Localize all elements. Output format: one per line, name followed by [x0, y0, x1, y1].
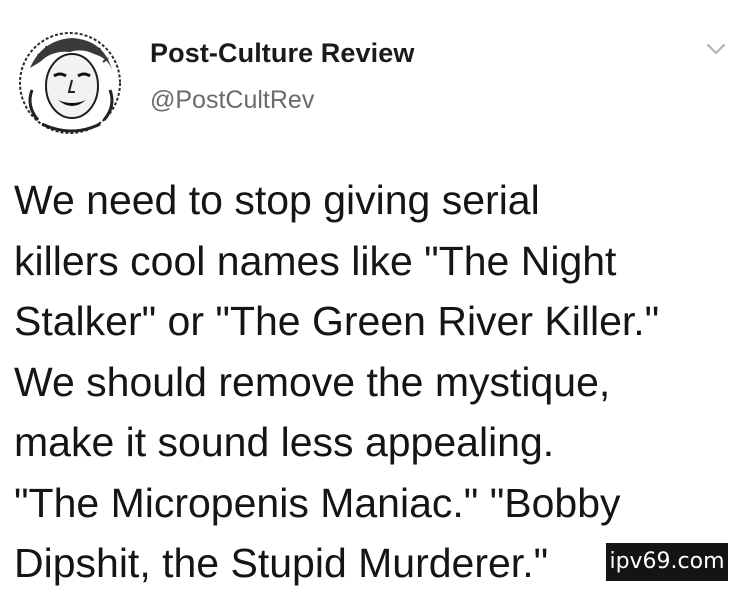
tweet-line: Stalker" or "The Green River Killer."	[14, 298, 660, 344]
avatar-sketch-icon	[19, 32, 121, 134]
chevron-down-icon[interactable]	[704, 40, 728, 58]
tweet-card: Post-Culture Review @PostCultRev We need…	[0, 0, 750, 602]
tweet-line: We need to stop giving serial	[14, 177, 540, 223]
tweet-line: killers cool names like "The Night	[14, 237, 617, 284]
display-name[interactable]: Post-Culture Review	[150, 38, 414, 69]
tweet-line: "The Micropenis Maniac." "Bobby	[14, 479, 621, 526]
tweet-line: We should remove the mystique,	[14, 358, 611, 405]
tweet-line: make it sound less appealing.	[14, 419, 555, 465]
user-handle[interactable]: @PostCultRev	[150, 86, 314, 115]
watermark-label: ipv69.com	[606, 543, 728, 581]
avatar[interactable]	[12, 28, 132, 138]
tweet-text: We need to stop giving serial killers co…	[14, 170, 734, 594]
